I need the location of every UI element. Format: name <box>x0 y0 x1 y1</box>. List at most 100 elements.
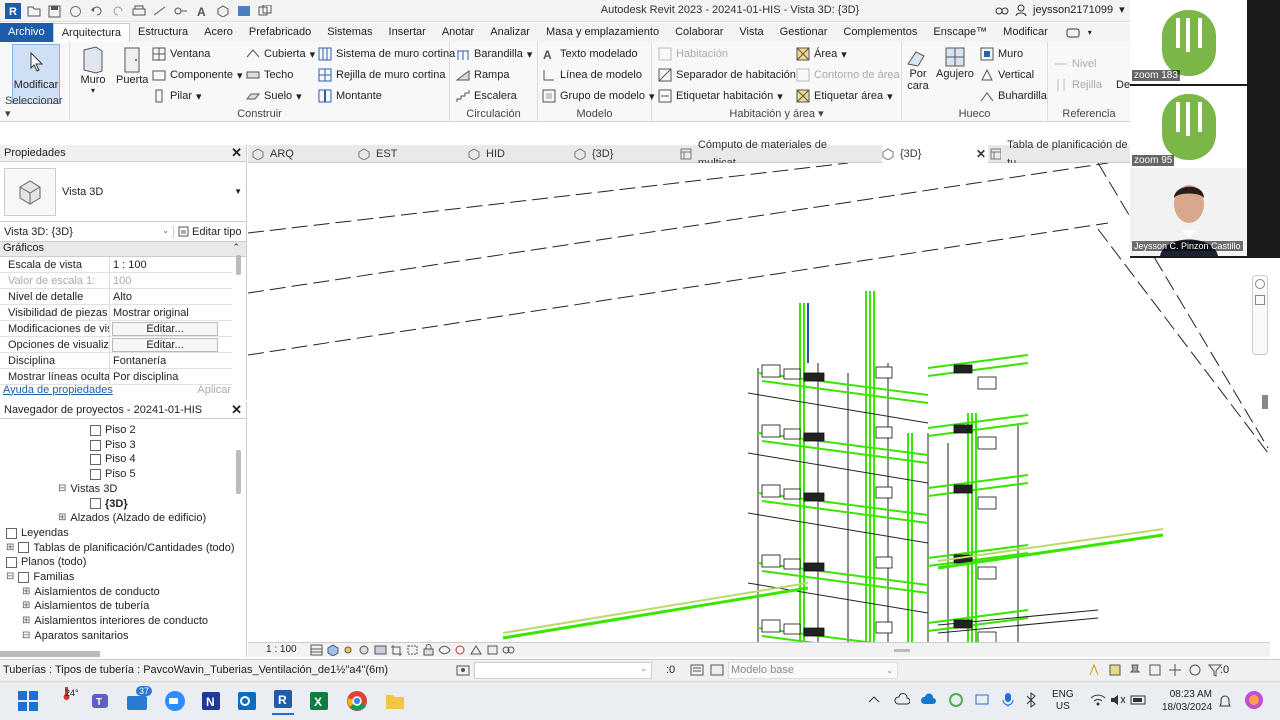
sun-path-icon[interactable] <box>342 644 355 656</box>
redo-icon[interactable] <box>109 3 126 20</box>
user-caret[interactable]: ▾ <box>1119 3 1125 16</box>
pilar-button[interactable]: Pilar ▾ <box>152 87 202 105</box>
hueco-muro-button[interactable]: Muro <box>980 45 1023 63</box>
browser-scrollbar[interactable] <box>236 450 241 494</box>
property-row[interactable]: Disciplina Fontanería <box>0 353 232 369</box>
puerta-button[interactable]: Puerta <box>116 46 148 86</box>
weather-widget[interactable]: 24° <box>58 686 79 700</box>
browser-item[interactable]: ⊞ Tablas de planificación/Cantidades (tod… <box>6 541 235 556</box>
property-row[interactable]: Valor de escala 1: 100 <box>0 273 232 289</box>
rampa-button[interactable]: Rampa <box>456 66 509 84</box>
buhardilla-button[interactable]: Buhardilla <box>980 87 1047 105</box>
open-icon[interactable] <box>25 3 42 20</box>
ventana-button[interactable]: Ventana <box>152 45 210 63</box>
browser-item[interactable]: Leyendas <box>6 526 69 541</box>
menu-tab-0[interactable]: Archivo <box>0 23 53 42</box>
componente-button[interactable]: Componente ▾ <box>152 66 243 84</box>
outlook-icon[interactable] <box>236 690 258 712</box>
type-selector[interactable]: Vista 3D ▼ <box>0 162 246 222</box>
notifications-icon[interactable] <box>1218 694 1232 708</box>
browser-item[interactable]: ⊞ Aislamientos interiores de conducto <box>22 614 208 629</box>
tag-icon[interactable] <box>172 3 189 20</box>
menu-tab-2[interactable]: Estructura <box>130 23 196 42</box>
texto-modelado-button[interactable]: A Texto modelado <box>542 45 638 63</box>
bluetooth-icon[interactable] <box>1024 692 1038 708</box>
property-row[interactable]: Escala de vista 1 : 100 <box>0 257 232 273</box>
grupo-modelo-button[interactable]: Grupo de modelo ▾ <box>542 87 655 105</box>
measure-icon[interactable] <box>151 3 168 20</box>
expand-icon[interactable]: ⊞ <box>22 614 30 629</box>
menu-tab-3[interactable]: Acero <box>196 23 241 42</box>
expand-icon[interactable]: ⊟ <box>58 482 66 497</box>
view-tab[interactable]: {3D} ✕ <box>882 145 988 163</box>
menu-tab-5[interactable]: Sistemas <box>319 23 380 42</box>
view-tab[interactable]: Cómputo de materiales de multicat... <box>680 139 876 169</box>
browser-item[interactable]: ⊟ Vistas 3D <box>58 482 117 497</box>
crop-icon[interactable] <box>390 644 403 656</box>
onedrive-icon[interactable] <box>920 693 936 705</box>
wifi-icon[interactable] <box>1090 694 1106 706</box>
browser-item[interactable]: Planos (todo) <box>6 555 86 570</box>
etiquetar-habitacion-button[interactable]: Etiquetar habitación ▾ <box>658 87 783 105</box>
select-face-icon[interactable] <box>1148 663 1162 677</box>
worksharing-icon[interactable] <box>502 644 515 656</box>
menu-tab-10[interactable]: Colaborar <box>667 23 731 42</box>
property-row[interactable]: Visibilidad de piezas Mostrar original <box>0 305 232 321</box>
section-icon[interactable] <box>235 3 252 20</box>
browser-item[interactable]: ⊞ Aislamientos de conducto <box>22 585 160 600</box>
separador-habitacion-button[interactable]: Separador de habitación <box>658 66 796 84</box>
property-edit-button[interactable]: Editar... <box>112 322 218 336</box>
steering-wheel-icon[interactable] <box>1255 279 1265 289</box>
user-name[interactable]: jeysson2171099 <box>1033 4 1113 16</box>
browser-item[interactable]: ⊞ Aislamientos de tubería <box>22 599 149 614</box>
temp-hide-icon[interactable] <box>438 644 451 656</box>
select-links-icon[interactable] <box>1088 663 1102 677</box>
por-cara-button[interactable]: Por cara <box>906 46 930 92</box>
viewbar-hscroll[interactable] <box>894 649 910 652</box>
agujero-button[interactable]: Agujero <box>936 46 974 80</box>
teams-icon[interactable]: T <box>90 690 112 712</box>
expand-icon[interactable]: ⊟ <box>6 570 14 585</box>
excel-icon[interactable]: X <box>308 690 330 712</box>
close-tab-icon[interactable]: ✕ <box>976 145 986 163</box>
visual-style-icon[interactable] <box>326 644 339 656</box>
menu-tab-11[interactable]: Vista <box>731 23 771 42</box>
detail-level-icon[interactable] <box>310 644 323 656</box>
sync-icon[interactable] <box>67 3 84 20</box>
suelo-button[interactable]: Suelo ▾ <box>246 87 302 105</box>
workset-dropdown[interactable]: ⌄ <box>474 662 652 679</box>
montante-button[interactable]: Montante <box>318 87 382 105</box>
techo-button[interactable]: Techo <box>246 66 293 84</box>
view-tab[interactable]: ARQ <box>252 145 352 163</box>
highlight-icon[interactable] <box>486 644 499 656</box>
view-tab[interactable]: {3D} <box>574 145 674 163</box>
escalera-button[interactable]: Escalera <box>456 87 517 105</box>
browser-item[interactable]: Piso 5 <box>90 467 136 482</box>
sistema-muro-cortina-button[interactable]: Sistema de muro cortina <box>318 45 455 63</box>
network-tray-icon[interactable] <box>974 692 990 708</box>
menu-tab-13[interactable]: Complementos <box>835 23 925 42</box>
revit-taskbar-icon[interactable]: R <box>272 688 294 715</box>
browser-item[interactable]: Piso 2 <box>90 423 136 438</box>
zoom-app-icon[interactable] <box>164 690 186 712</box>
instance-selector[interactable]: Vista 3D: {3D} ⌄ <box>0 225 174 238</box>
zoom-icon[interactable] <box>1255 295 1265 305</box>
help-link[interactable]: Ayuda de propiedades <box>3 384 113 396</box>
linea-modelo-button[interactable]: Línea de modelo <box>542 66 642 84</box>
browser-item[interactable]: Piso 3 <box>90 438 136 453</box>
rejilla-muro-cortina-button[interactable]: Rejilla de muro cortina <box>318 66 445 84</box>
menu-tab-7[interactable]: Anotar <box>434 23 482 42</box>
menu-tab-12[interactable]: Gestionar <box>772 23 836 42</box>
revit-logo-icon[interactable]: R <box>4 3 21 20</box>
contorno-area-button[interactable]: Contorno de área <box>796 66 900 84</box>
text-icon[interactable]: A <box>193 3 210 20</box>
sync-tray-icon[interactable] <box>948 692 964 708</box>
expand-icon[interactable]: ⊞ <box>22 599 30 614</box>
mail-icon[interactable]: 37 <box>126 686 153 712</box>
etiquetar-area-button[interactable]: Etiquetar área ▾ <box>796 87 893 105</box>
navigation-bar[interactable] <box>1252 275 1268 355</box>
property-edit-button[interactable]: Editar... <box>112 338 218 352</box>
select-underlay-icon[interactable] <box>1108 663 1122 677</box>
account-icon[interactable] <box>1015 4 1027 16</box>
undo-icon[interactable] <box>88 3 105 20</box>
